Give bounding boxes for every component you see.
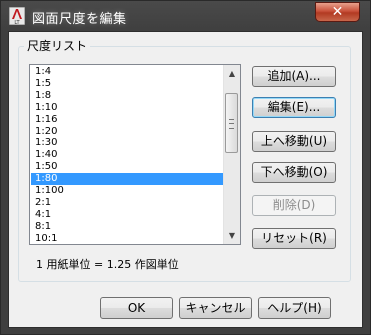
autocad-lt-icon: LT bbox=[9, 7, 25, 25]
ok-button[interactable]: OK bbox=[100, 297, 173, 319]
help-button[interactable]: ヘルプ(H) bbox=[258, 297, 331, 319]
scale-list-item[interactable]: 1:30 bbox=[31, 137, 223, 149]
scale-list-item[interactable]: 1:100 bbox=[31, 185, 223, 197]
scale-list-group-label: 尺度リスト bbox=[24, 37, 91, 54]
add-button-label: 追加(A)... bbox=[267, 69, 321, 83]
scale-info-text: 1 用紙単位 = 1.25 作図単位 bbox=[36, 258, 179, 271]
ok-button-label: OK bbox=[127, 301, 146, 315]
help-button-label: ヘルプ(H) bbox=[267, 301, 322, 315]
scale-list-item[interactable]: 8:1 bbox=[31, 221, 223, 233]
reset-button-label: リセット(R) bbox=[261, 231, 327, 245]
scrollbar-thumb[interactable] bbox=[225, 93, 238, 153]
move-down-button-label: 下へ移動(O) bbox=[260, 165, 328, 179]
delete-button[interactable]: 削除(D) bbox=[252, 195, 336, 216]
edit-button[interactable]: 編集(E)... bbox=[252, 97, 336, 118]
edit-button-label: 編集(E)... bbox=[267, 100, 321, 114]
scale-list-item[interactable]: 1:16 bbox=[31, 114, 223, 126]
scale-list-item[interactable]: 2:1 bbox=[31, 197, 223, 209]
delete-button-label: 削除(D) bbox=[272, 198, 316, 212]
arrow-down-icon[interactable]: ▼ bbox=[224, 227, 240, 244]
add-button[interactable]: 追加(A)... bbox=[252, 66, 336, 87]
move-down-button[interactable]: 下へ移動(O) bbox=[252, 162, 336, 183]
move-up-button-label: 上へ移動(U) bbox=[260, 134, 328, 148]
scale-list-item[interactable]: 4:1 bbox=[31, 209, 223, 221]
scale-list-item[interactable]: 1:50 bbox=[31, 161, 223, 173]
close-icon: ✕ bbox=[331, 4, 344, 20]
scale-list-item[interactable]: 1:5 bbox=[31, 78, 223, 90]
grip-icon bbox=[229, 119, 234, 129]
scale-listbox[interactable]: 10:1 8:1 4:1 2:1 1:100 1:80 1:50 1:40 1:30 1:20 1:… bbox=[29, 64, 241, 245]
scale-list-item[interactable]: 1:40 bbox=[31, 149, 223, 161]
scale-list-item[interactable]: 1:20 bbox=[31, 126, 223, 138]
scale-list-item[interactable]: 10:1 bbox=[31, 233, 223, 244]
scale-list-item[interactable]: 1:10 bbox=[31, 102, 223, 114]
scale-list-item[interactable]: 1:8 bbox=[31, 90, 223, 102]
arrow-up-icon[interactable]: ▲ bbox=[224, 65, 240, 82]
listbox-scrollbar[interactable]: ▲ ▼ bbox=[223, 65, 240, 244]
title-bar[interactable]: LT 図面尺度を編集 ✕ bbox=[1, 1, 370, 31]
window-title: 図面尺度を編集 bbox=[32, 12, 127, 27]
scale-list-item[interactable]: 1:80 bbox=[31, 173, 223, 186]
scale-list-item[interactable]: 1:4 bbox=[31, 66, 223, 78]
reset-button[interactable]: リセット(R) bbox=[252, 228, 336, 249]
close-button[interactable]: ✕ bbox=[315, 2, 360, 22]
cancel-button-label: キャンセル bbox=[185, 301, 246, 315]
move-up-button[interactable]: 上へ移動(U) bbox=[252, 131, 336, 152]
cancel-button[interactable]: キャンセル bbox=[179, 297, 252, 319]
